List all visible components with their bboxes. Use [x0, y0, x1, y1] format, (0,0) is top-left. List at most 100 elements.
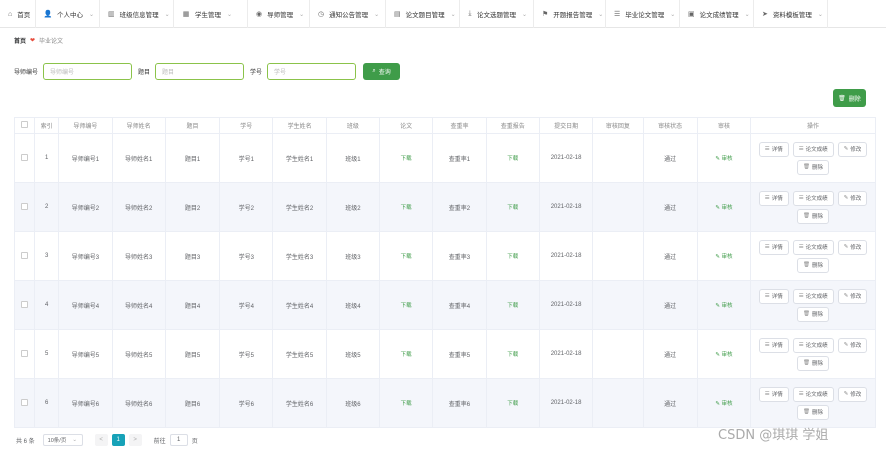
review-link[interactable]: ✎ 审核: [715, 303, 732, 309]
nav-item-5[interactable]: ◷ 通知公告管理 ⌄: [310, 0, 386, 28]
page-number-button[interactable]: 1: [111, 434, 125, 446]
detail-button[interactable]: ☰ 详情: [758, 288, 789, 304]
detail-button[interactable]: ☰ 详情: [758, 386, 789, 402]
nav-item-7[interactable]: ⤓ 论文选题管理 ⌄: [460, 0, 534, 28]
edit-button[interactable]: ✎ 修改: [837, 288, 868, 304]
nav-item-1[interactable]: 👤 个人中心 ⌄: [36, 0, 100, 28]
nav-item-label: 导师管理: [267, 12, 294, 19]
score-button[interactable]: ☰ 论文成绩: [792, 239, 834, 255]
goto-page-input[interactable]: 1: [169, 434, 188, 446]
row-checkbox[interactable]: [21, 300, 29, 308]
column-header: 导师编号: [58, 117, 113, 134]
row-checkbox[interactable]: [21, 153, 29, 161]
cell-tutor-name: 导师姓名2: [111, 182, 166, 232]
review-link[interactable]: ✎ 审核: [715, 205, 732, 211]
tutor-no-input[interactable]: 导师编号: [43, 63, 133, 80]
nav-item-11[interactable]: ➤ 资料模板管理 ⌄: [754, 0, 828, 28]
score-button[interactable]: ☰ 论文成绩: [792, 141, 834, 157]
report-download-link[interactable]: 下载: [507, 303, 518, 309]
cell-student-name: 学生姓名2: [272, 182, 327, 232]
score-button[interactable]: ☰ 论文成绩: [792, 288, 834, 304]
edit-icon: ✎: [843, 195, 849, 201]
cell-student-name: 学生姓名1: [272, 133, 327, 183]
detail-button-label: 详情: [771, 147, 783, 153]
nav-item-8[interactable]: ⚑ 开题报告管理 ⌄: [534, 0, 606, 28]
detail-button[interactable]: ☰ 详情: [758, 190, 789, 206]
score-button[interactable]: ☰ 论文成绩: [792, 337, 834, 353]
delete-button[interactable]: 🗑 删除: [797, 306, 830, 322]
trash-icon: 🗑: [803, 213, 811, 219]
paper-download-link[interactable]: 下载: [401, 156, 412, 162]
table-row: 2 导师编号2 导师姓名2 题目2 学号2 学生姓名2 班级2 下载 查重率2 下载 2021-02…: [13, 182, 876, 232]
pagination: 共 6 条 10条/页 ⌄ < 1 > 前往 1 页: [16, 434, 198, 446]
paper-download-link[interactable]: 下载: [401, 205, 412, 211]
detail-button[interactable]: ☰ 详情: [758, 337, 789, 353]
edit-button[interactable]: ✎ 修改: [837, 141, 868, 157]
breadcrumb-current: 毕业论文: [39, 39, 64, 45]
edit-button[interactable]: ✎ 修改: [837, 239, 868, 255]
review-link[interactable]: ✎ 审核: [715, 401, 732, 407]
cell-tutor-name: 导师姓名4: [111, 280, 166, 330]
page-size-select[interactable]: 10条/页 ⌄: [42, 434, 83, 446]
edit-button[interactable]: ✎ 修改: [837, 386, 868, 402]
row-checkbox[interactable]: [21, 251, 29, 259]
next-page-button[interactable]: >: [128, 434, 142, 446]
nav-item-label: 学生管理: [195, 12, 221, 19]
nav-item-0[interactable]: ⌂ 首页: [0, 0, 36, 28]
cell-index: 5: [34, 329, 60, 379]
paper-download-link[interactable]: 下载: [401, 303, 412, 309]
edit-button[interactable]: ✎ 修改: [837, 190, 868, 206]
select-all-header[interactable]: [13, 117, 36, 134]
cell-review: ✎ 审核: [696, 182, 752, 232]
list-icon: ☰: [764, 293, 770, 299]
paper-download-link[interactable]: 下载: [401, 352, 412, 358]
report-download-link[interactable]: 下载: [507, 205, 518, 211]
nav-item-3[interactable]: ▦ 学生管理 ⌄: [174, 0, 248, 28]
report-download-link[interactable]: 下载: [507, 254, 518, 260]
nav-item-4[interactable]: ◉ 导师管理 ⌄: [248, 0, 310, 28]
search-button[interactable]: ⌕ 查询: [363, 63, 401, 80]
column-header: 论文: [379, 117, 434, 134]
detail-button[interactable]: ☰ 详情: [758, 141, 789, 157]
eye-icon: ◉: [256, 11, 263, 18]
paper-download-link[interactable]: 下载: [401, 254, 412, 260]
delete-button[interactable]: 🗑 删除: [797, 208, 830, 224]
prev-page-button[interactable]: <: [94, 434, 108, 446]
title-input[interactable]: 题目: [155, 63, 245, 80]
review-link[interactable]: ✎ 审核: [715, 156, 732, 162]
report-download-link[interactable]: 下载: [507, 401, 518, 407]
breadcrumb-home[interactable]: 首页: [14, 36, 26, 45]
delete-button[interactable]: 🗑 删除: [797, 355, 830, 371]
flag-icon: ⚑: [542, 11, 549, 18]
table-row: 4 导师编号4 导师姓名4 题目4 学号4 学生姓名4 班级4 下载 查重率4 下载 2021-02…: [13, 280, 876, 330]
report-download-link[interactable]: 下载: [507, 156, 518, 162]
score-button[interactable]: ☰ 论文成绩: [792, 190, 834, 206]
score-button[interactable]: ☰ 论文成绩: [792, 386, 834, 402]
review-link[interactable]: ✎ 审核: [715, 352, 732, 358]
search-button-label: 查询: [378, 70, 391, 76]
paper-download-link[interactable]: 下载: [401, 401, 412, 407]
detail-button[interactable]: ☰ 详情: [758, 239, 789, 255]
nav-item-10[interactable]: ▣ 论文成绩管理 ⌄: [680, 0, 754, 28]
student-no-input[interactable]: 学号: [267, 63, 357, 80]
chevron-down-icon: ⌄: [227, 11, 233, 18]
row-checkbox[interactable]: [21, 398, 29, 406]
delete-button[interactable]: 🗑 删除: [797, 404, 830, 420]
batch-delete-button[interactable]: 🗑 删除: [833, 89, 866, 107]
column-header: 查重率: [432, 117, 487, 134]
row-checkbox[interactable]: [21, 349, 29, 357]
select-all-checkbox[interactable]: [21, 121, 29, 128]
edit-button[interactable]: ✎ 修改: [837, 337, 868, 353]
nav-item-9[interactable]: ☰ 毕业论文管理 ⌄: [606, 0, 680, 28]
review-link[interactable]: ✎ 审核: [715, 254, 732, 260]
delete-button[interactable]: 🗑 删除: [797, 257, 830, 273]
total-count: 共 6 条: [16, 438, 35, 445]
delete-button[interactable]: 🗑 删除: [797, 159, 830, 175]
cell-date: 2021-02-18: [538, 182, 594, 232]
list-icon: ☰: [798, 146, 804, 152]
nav-item-6[interactable]: ▤ 论文题目管理 ⌄: [386, 0, 460, 28]
actions-cell: ☰ 详情 ☰ 论文成绩 ✎ 修改 🗑 删除: [750, 231, 876, 281]
nav-item-2[interactable]: ▥ 班级信息管理 ⌄: [100, 0, 174, 28]
row-checkbox[interactable]: [21, 202, 29, 210]
report-download-link[interactable]: 下载: [507, 352, 518, 358]
